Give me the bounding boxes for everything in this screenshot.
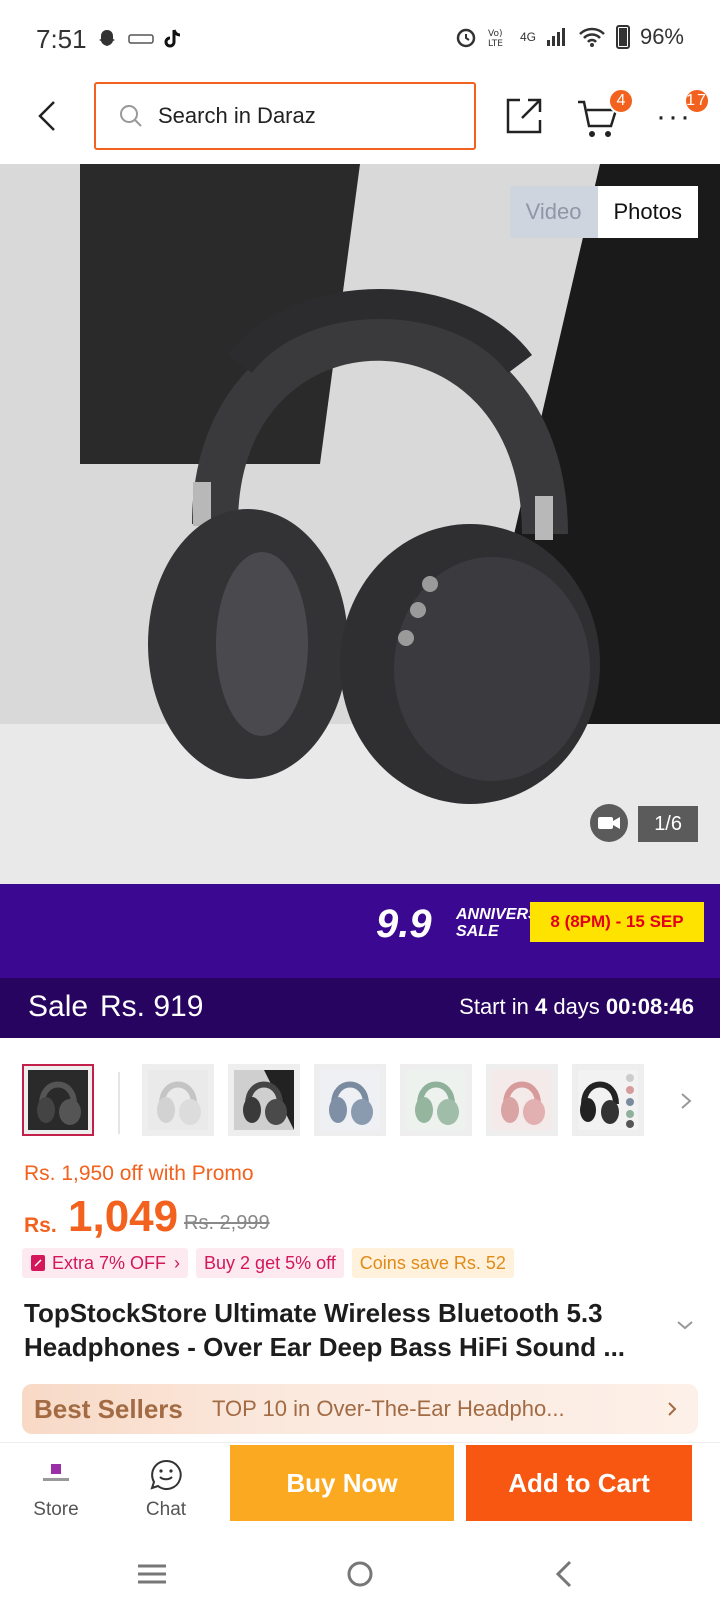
cart-button[interactable]: 4 — [576, 88, 634, 140]
alarm-icon — [456, 28, 476, 48]
thumbnail-4[interactable] — [314, 1064, 386, 1136]
bottom-action-bar: Store Chat Buy Now Add to Cart — [0, 1442, 720, 1540]
promo-text: Rs. 1,950 off with Promo — [24, 1162, 254, 1185]
sale-countdown: Start in 4 days 00:08:46 — [459, 994, 694, 1020]
original-price: Rs. 2,999 — [184, 1212, 270, 1234]
more-button[interactable]: ··· 17 — [656, 88, 710, 132]
chat-icon — [128, 1457, 204, 1493]
countdown-days-word: days — [547, 994, 606, 1019]
thumbnail-2[interactable] — [142, 1064, 214, 1136]
extra-off-label: Extra 7% OFF — [52, 1252, 167, 1273]
thumbnail-7[interactable] — [572, 1064, 644, 1136]
thumbnail-3[interactable] — [228, 1064, 300, 1136]
sale-label: Sale — [28, 990, 89, 1023]
countdown-days: 4 — [534, 994, 548, 1019]
top-bar: Search in Daraz 4 ··· 17 — [0, 80, 720, 162]
chat-button[interactable]: Chat — [128, 1457, 204, 1521]
campaign-logo-number: 9.9 — [376, 902, 432, 946]
svg-text:LTE: LTE — [488, 39, 503, 48]
more-count-badge: 17 — [684, 88, 710, 114]
voucher-icon — [31, 1255, 45, 1271]
store-button[interactable]: Store — [18, 1457, 94, 1521]
extra-off-tag[interactable]: Extra 7% OFF › — [22, 1248, 189, 1278]
image-counter: 1/6 — [638, 806, 698, 842]
system-navigation-bar — [0, 1540, 720, 1608]
notification-icons — [96, 28, 184, 50]
chevron-right-icon: › — [174, 1252, 181, 1273]
add-to-cart-button[interactable]: Add to Cart — [466, 1445, 692, 1521]
battery-percent: 96% — [639, 24, 684, 49]
snapchat-icon — [99, 30, 115, 46]
sale-price: Rs. 919 — [100, 990, 204, 1023]
best-sellers-label: Best Sellers — [34, 1394, 183, 1424]
search-placeholder: Search in Daraz — [158, 103, 316, 128]
recent-apps-icon[interactable] — [132, 1554, 172, 1594]
status-time: 7:51 — [36, 24, 87, 54]
buy2-tag[interactable]: Buy 2 get 5% off — [196, 1248, 344, 1278]
campaign-logo: 9.9 ANNIVERSARY SALE — [376, 902, 572, 947]
chevron-right-icon[interactable] — [674, 1086, 698, 1116]
share-icon[interactable] — [502, 94, 546, 138]
signal-icon — [546, 28, 565, 46]
volte-icon: Vo)LTE — [488, 29, 503, 48]
best-sellers-rank: TOP 10 in Over-The-Ear Headpho... — [212, 1396, 565, 1421]
campaign-banner[interactable]: 9.9 ANNIVERSARY SALE 8 (8PM) - 15 SEP — [0, 884, 720, 978]
product-gallery[interactable]: Video Photos 1/6 — [0, 164, 720, 884]
tab-video[interactable]: Video — [509, 186, 598, 238]
chevron-right-icon — [668, 1402, 677, 1416]
thumbnail-divider — [118, 1072, 120, 1134]
promo-tags: Extra 7% OFF › Buy 2 get 5% off Coins sa… — [22, 1248, 514, 1278]
countdown-clock: 00:08:46 — [605, 994, 694, 1019]
video-camera-icon[interactable] — [590, 804, 628, 842]
tiktok-icon — [164, 29, 181, 48]
search-icon — [120, 105, 142, 127]
back-icon[interactable] — [546, 1554, 586, 1594]
thumbnail-6[interactable] — [486, 1064, 558, 1136]
tab-photos[interactable]: Photos — [597, 186, 698, 238]
thumbnail-strip — [0, 1064, 720, 1144]
countdown-prefix: Start in — [459, 994, 535, 1019]
store-label: Store — [33, 1499, 79, 1520]
home-icon[interactable] — [340, 1554, 380, 1594]
best-sellers-banner[interactable]: Best Sellers TOP 10 in Over-The-Ear Head… — [22, 1384, 698, 1434]
wemu-icon — [128, 34, 154, 44]
cart-count-badge: 4 — [608, 88, 634, 114]
buy-now-button[interactable]: Buy Now — [230, 1445, 454, 1521]
store-logo-icon — [18, 1457, 94, 1493]
current-price: 1,049 — [68, 1192, 179, 1241]
svg-text:Vo): Vo) — [488, 29, 502, 39]
media-toggle: Video Photos — [509, 186, 698, 238]
search-input[interactable]: Search in Daraz — [94, 82, 476, 150]
product-title[interactable]: TopStockStore Ultimate Wireless Bluetoot… — [24, 1296, 664, 1364]
back-arrow-icon[interactable] — [28, 96, 68, 136]
coins-tag[interactable]: Coins save Rs. 52 — [351, 1248, 514, 1278]
chevron-down-icon[interactable] — [674, 1318, 696, 1332]
campaign-dates: 8 (8PM) - 15 SEP — [530, 902, 704, 942]
price-currency: Rs. — [24, 1214, 57, 1237]
thumbnail-5[interactable] — [400, 1064, 472, 1136]
status-bar: 7:51 Vo) LTE 4G 96% — [0, 0, 720, 80]
thumbnail-1[interactable] — [22, 1064, 94, 1136]
product-image — [0, 164, 720, 884]
network-label: 4G — [519, 30, 536, 44]
wifi-icon — [579, 27, 605, 47]
sale-bar: Sale Rs. 919 Start in 4 days 00:08:46 — [0, 978, 720, 1038]
chat-label: Chat — [145, 1499, 187, 1520]
system-status: Vo) LTE 4G 96% — [454, 24, 684, 50]
battery-icon — [615, 25, 630, 49]
